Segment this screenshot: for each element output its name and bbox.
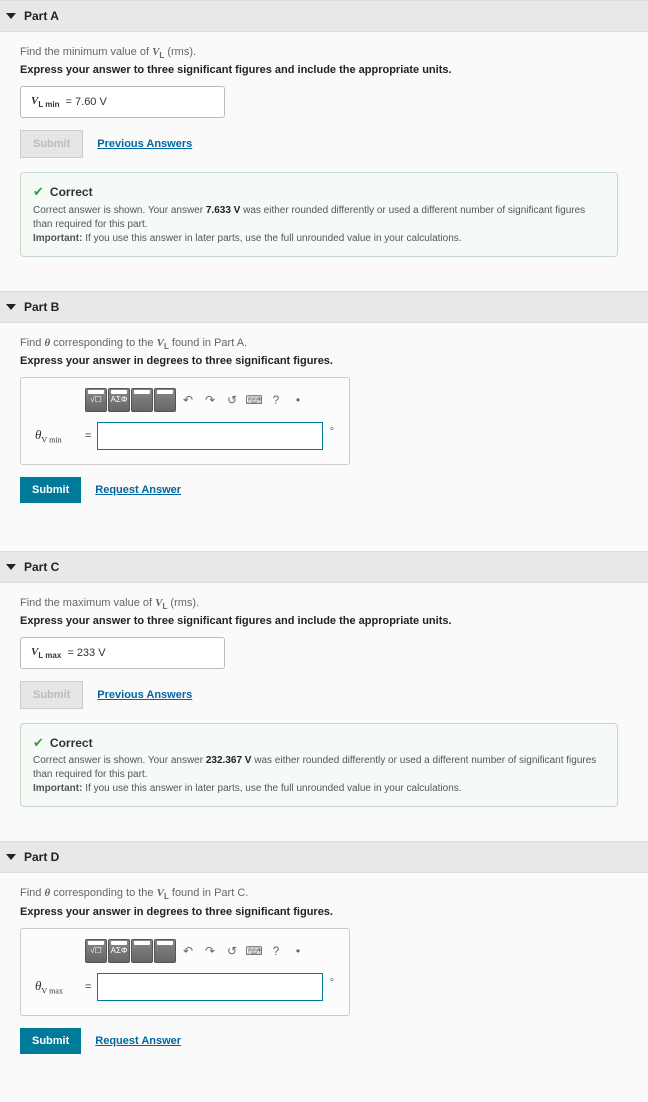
part-c: Part C Find the maximum value of VL (rms… [0,551,648,822]
keyboard-icon[interactable]: ⌨ [244,941,264,961]
template-btn-4[interactable] [154,939,176,963]
part-d-title: Part D [24,850,59,864]
chevron-down-icon [6,854,16,860]
more-icon[interactable]: • [288,390,308,410]
redo-icon[interactable]: ↷ [200,941,220,961]
submit-button[interactable]: Submit [20,1028,81,1054]
keyboard-icon[interactable]: ⌨ [244,390,264,410]
reset-icon[interactable]: ↺ [222,941,242,961]
part-b-instruction: Find θ corresponding to the VL found in … [20,337,628,351]
part-a-body: Find the minimum value of VL (rms). Expr… [0,32,648,271]
theta-max-input[interactable] [97,973,322,1001]
part-d-input-panel: √☐ ΑΣΦ ↶ ↷ ↺ ⌨ ? • θV max = ∘ [20,928,350,1016]
submit-button[interactable]: Submit [20,477,81,503]
degree-symbol: ∘ [329,975,335,986]
template-btn-1[interactable]: √☐ [85,388,107,412]
part-a-feedback: ✔ Correct Correct answer is shown. Your … [20,172,618,256]
equation-toolbar: √☐ ΑΣΦ ↶ ↷ ↺ ⌨ ? • [85,388,335,412]
submit-button: Submit [20,681,83,709]
part-b-express: Express your answer in degrees to three … [20,355,628,367]
part-b-title: Part B [24,300,59,314]
request-answer-link[interactable]: Request Answer [95,484,181,496]
template-btn-4[interactable] [154,388,176,412]
part-d-express: Express your answer in degrees to three … [20,906,628,918]
part-a-instruction: Find the minimum value of VL (rms). [20,46,628,60]
part-a-header[interactable]: Part A [0,0,648,32]
part-b-input-panel: √☐ ΑΣΦ ↶ ↷ ↺ ⌨ ? • θV min = ∘ [20,377,350,465]
redo-icon[interactable]: ↷ [200,390,220,410]
chevron-down-icon [6,13,16,19]
part-a: Part A Find the minimum value of VL (rms… [0,0,648,271]
undo-icon[interactable]: ↶ [178,941,198,961]
help-icon[interactable]: ? [266,941,286,961]
request-answer-link[interactable]: Request Answer [95,1035,181,1047]
part-c-instruction: Find the maximum value of VL (rms). [20,597,628,611]
feedback-title: Correct [50,184,93,201]
part-d-body: Find θ corresponding to the VL found in … [0,873,648,1081]
part-c-title: Part C [24,560,59,574]
part-c-answer-display: VL max = 233 V [20,637,225,669]
feedback-title: Correct [50,735,93,752]
theta-min-input[interactable] [97,422,322,450]
part-c-feedback: ✔ Correct Correct answer is shown. Your … [20,723,618,807]
help-icon[interactable]: ? [266,390,286,410]
degree-symbol: ∘ [329,424,335,435]
previous-answers-link[interactable]: Previous Answers [97,138,192,150]
part-c-header[interactable]: Part C [0,551,648,583]
more-icon[interactable]: • [288,941,308,961]
part-d-instruction: Find θ corresponding to the VL found in … [20,887,628,901]
part-a-express: Express your answer to three significant… [20,64,628,76]
chevron-down-icon [6,564,16,570]
check-icon: ✔ [33,183,44,201]
template-btn-2[interactable]: ΑΣΦ [108,939,130,963]
feedback-text: Correct answer is shown. Your answer 232… [33,754,605,796]
part-c-express: Express your answer to three significant… [20,615,628,627]
chevron-down-icon [6,304,16,310]
submit-button: Submit [20,130,83,158]
part-d-header[interactable]: Part D [0,841,648,873]
template-btn-1[interactable]: √☐ [85,939,107,963]
part-b: Part B Find θ corresponding to the VL fo… [0,291,648,531]
template-btn-2[interactable]: ΑΣΦ [108,388,130,412]
check-icon: ✔ [33,734,44,752]
equation-toolbar: √☐ ΑΣΦ ↶ ↷ ↺ ⌨ ? • [85,939,335,963]
theta-min-label: θV min [35,427,79,445]
part-d: Part D Find θ corresponding to the VL fo… [0,841,648,1081]
reset-icon[interactable]: ↺ [222,390,242,410]
template-btn-3[interactable] [131,388,153,412]
undo-icon[interactable]: ↶ [178,390,198,410]
part-b-body: Find θ corresponding to the VL found in … [0,323,648,531]
theta-max-label: θV max [35,978,79,996]
feedback-text: Correct answer is shown. Your answer 7.6… [33,204,605,246]
part-a-title: Part A [24,9,59,23]
part-b-header[interactable]: Part B [0,291,648,323]
template-btn-3[interactable] [131,939,153,963]
previous-answers-link[interactable]: Previous Answers [97,689,192,701]
part-c-body: Find the maximum value of VL (rms). Expr… [0,583,648,822]
part-a-answer-display: VL min = 7.60 V [20,86,225,118]
